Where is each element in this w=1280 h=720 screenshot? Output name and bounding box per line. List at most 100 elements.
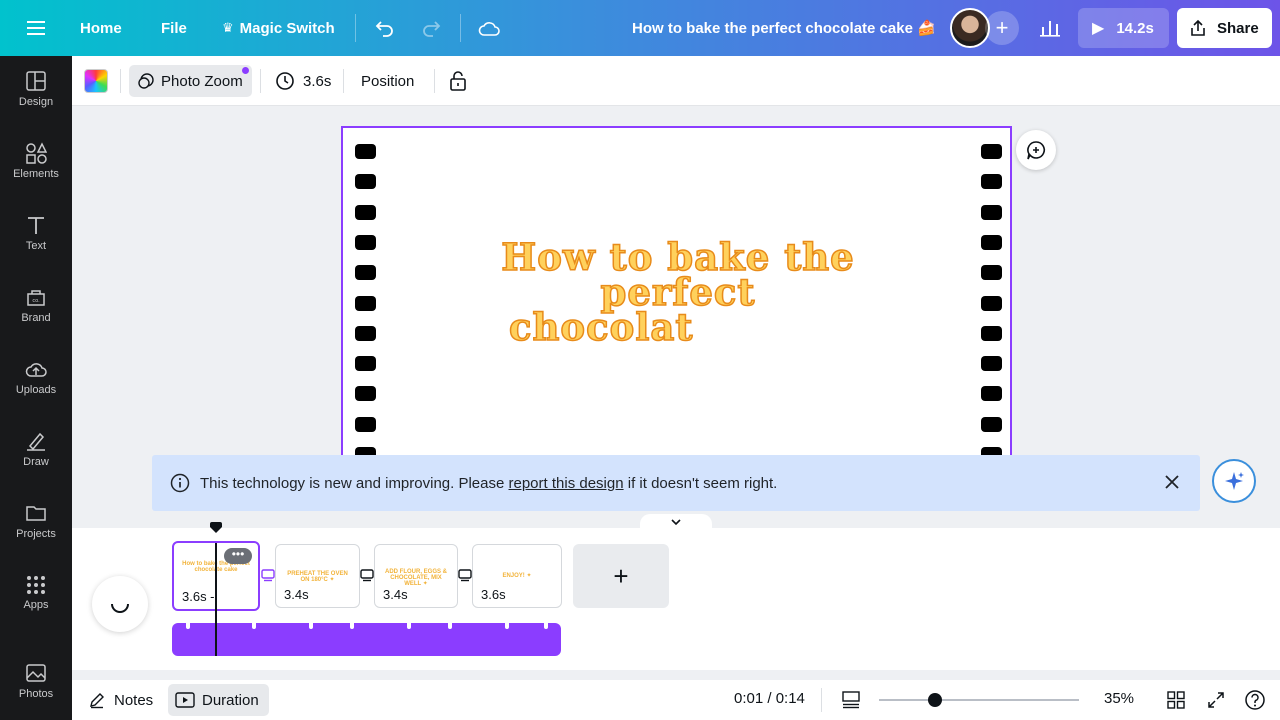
scene-duration: 3.4s — [383, 587, 408, 602]
notes-button[interactable]: Notes — [82, 684, 159, 716]
fullscreen-icon[interactable] — [1204, 688, 1228, 712]
report-design-link[interactable]: report this design — [509, 475, 624, 492]
transition-icon[interactable] — [457, 566, 473, 584]
add-scene-button[interactable]: + — [573, 544, 669, 608]
scene-preview-text: PREHEAT THE OVEN ON 180°C ✦ — [287, 571, 348, 583]
share-icon — [1189, 19, 1207, 37]
crown-icon: ♛ — [222, 20, 234, 35]
transition-icon[interactable] — [359, 566, 375, 584]
file-menu-button[interactable]: File — [161, 0, 187, 56]
page-layout-icon[interactable] — [839, 688, 863, 712]
magic-assistant-button[interactable] — [1212, 459, 1256, 503]
color-picker-button[interactable] — [84, 69, 108, 93]
sidebar-item-design[interactable]: Design — [0, 57, 72, 121]
text-icon — [28, 217, 44, 234]
magic-switch-label: Magic Switch — [239, 19, 335, 37]
sidebar-item-apps[interactable]: Apps — [0, 561, 72, 625]
play-button[interactable]: ▶ 14.2s — [1078, 8, 1169, 48]
film-perforation — [981, 325, 1002, 341]
film-perforation — [355, 386, 376, 402]
scene-thumbnail[interactable]: ENJOY! ✦ 3.6s — [472, 544, 562, 608]
photo-zoom-button[interactable]: Photo Zoom — [129, 65, 252, 97]
share-button[interactable]: Share — [1177, 8, 1272, 48]
film-perforation — [355, 144, 376, 159]
film-perforation — [981, 174, 1002, 190]
add-collaborator-button[interactable]: + — [985, 11, 1019, 45]
audio-beat-marker — [309, 623, 313, 629]
notes-icon — [88, 691, 106, 709]
magic-switch-button[interactable]: ♛ Magic Switch — [222, 0, 335, 56]
sidebar-item-elements[interactable]: Elements — [0, 129, 72, 193]
sidebar-item-label: Brand — [21, 312, 51, 324]
divider — [343, 69, 344, 93]
sparkle-icon — [1223, 470, 1245, 492]
sidebar-item-label: Design — [18, 96, 54, 108]
clock-icon — [275, 71, 295, 91]
design-title[interactable]: How to bake the perfect chocolate cake 🍰 — [632, 0, 936, 56]
divider — [355, 14, 356, 42]
video-icon — [175, 692, 195, 708]
cloud-save-icon[interactable] — [477, 0, 501, 56]
playhead-handle[interactable] — [210, 521, 222, 533]
sidebar-item-label: Text — [25, 240, 47, 252]
divider — [434, 69, 435, 93]
audio-track[interactable] — [172, 623, 561, 656]
divider — [821, 688, 822, 712]
film-perforation — [355, 204, 376, 220]
design-page[interactable]: How to bake the perfect chocolat — [341, 126, 1012, 456]
zoom-percentage[interactable]: 35% — [1104, 690, 1134, 707]
insights-icon[interactable] — [1038, 0, 1062, 56]
film-perforation — [981, 386, 1002, 402]
zoom-slider-handle[interactable] — [927, 693, 942, 707]
scene-thumbnail[interactable]: ADD FLOUR, EGGS & CHOCOLATE, MIX WELL ✦ … — [374, 544, 458, 608]
notification-dot — [242, 67, 249, 74]
comment-icon — [1025, 139, 1047, 161]
home-button[interactable]: Home — [80, 0, 122, 56]
banner-text: This technology is new and improving. Pl… — [200, 474, 509, 492]
apps-icon — [27, 576, 45, 594]
scene-more-button[interactable]: ••• — [224, 548, 252, 564]
hamburger-icon[interactable] — [22, 0, 50, 56]
sidebar-item-text[interactable]: Text — [0, 201, 72, 265]
add-comment-button[interactable] — [1016, 130, 1056, 170]
photo-zoom-label: Photo Zoom — [161, 72, 243, 90]
sidebar-item-brand[interactable]: co. Brand — [0, 273, 72, 337]
help-icon[interactable] — [1243, 688, 1267, 712]
collapse-timeline-button[interactable] — [640, 514, 712, 530]
sidebar-item-projects[interactable]: Projects — [0, 489, 72, 553]
sidebar-item-label: Projects — [16, 528, 56, 540]
transition-icon[interactable] — [260, 566, 276, 584]
audio-beat-marker — [407, 623, 411, 629]
sidebar-item-label: Apps — [23, 599, 49, 611]
zoom-slider-track[interactable] — [879, 699, 1079, 701]
grid-view-icon[interactable] — [1164, 688, 1188, 712]
avatar[interactable] — [950, 8, 990, 48]
sidebar-item-label: Photos — [18, 688, 54, 700]
sidebar-item-uploads[interactable]: Uploads — [0, 345, 72, 409]
duration-toggle-button[interactable]: Duration — [168, 684, 269, 716]
audio-beat-marker — [505, 623, 509, 629]
scene-duration: 3.6s — [481, 587, 506, 602]
close-icon[interactable] — [1164, 474, 1180, 490]
play-duration: 14.2s — [1116, 19, 1154, 37]
redo-icon[interactable] — [419, 0, 443, 56]
lock-icon[interactable] — [449, 56, 467, 106]
film-perforation — [355, 234, 376, 250]
position-button[interactable]: Position — [361, 56, 414, 106]
film-perforation — [981, 295, 1002, 311]
undo-icon[interactable] — [373, 0, 397, 56]
design-icon — [26, 71, 46, 91]
film-perforation — [981, 265, 1002, 281]
audio-beat-marker — [350, 623, 354, 629]
sidebar-item-photos[interactable]: Photos — [0, 649, 72, 713]
canvas-viewport: How to bake the perfect chocolat — [341, 126, 1012, 456]
film-perforation — [355, 416, 376, 432]
sidebar-item-draw[interactable]: Draw — [0, 417, 72, 481]
design-title-text[interactable]: How to bake the perfect chocolat — [493, 238, 863, 349]
brand-icon: co. — [27, 290, 45, 306]
scene-thumbnail[interactable]: PREHEAT THE OVEN ON 180°C ✦ 3.4s — [275, 544, 360, 608]
svg-text:co.: co. — [32, 298, 40, 304]
duration-button[interactable]: 3.6s — [275, 56, 331, 106]
title-line: chocolat — [508, 305, 694, 349]
info-banner: This technology is new and improving. Pl… — [152, 455, 1200, 511]
